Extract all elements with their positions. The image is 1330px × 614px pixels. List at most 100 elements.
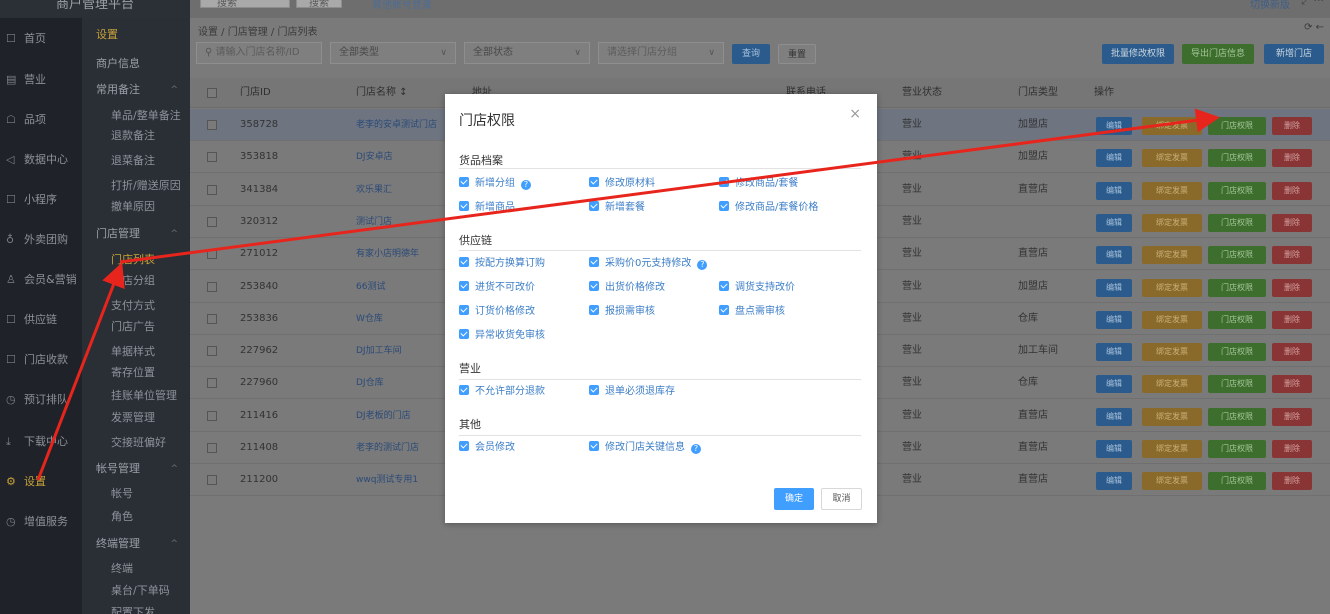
batch-permission-button[interactable]: 批量修改权限: [1102, 44, 1174, 64]
subnav-item-4[interactable]: 退菜备注: [82, 152, 190, 170]
bind-invoice-button[interactable]: 绑定发票: [1142, 472, 1202, 491]
permission-checkbox[interactable]: 修改原材料: [589, 177, 655, 190]
subnav-item-19[interactable]: 角色: [82, 508, 190, 526]
subnav-item-3[interactable]: 退款备注: [82, 127, 190, 145]
row-checkbox[interactable]: [207, 152, 217, 163]
subnav-item-7[interactable]: 门店管理 ^: [82, 225, 190, 243]
query-button[interactable]: 查询: [732, 44, 770, 64]
subnav-item-16[interactable]: 交接班偏好: [82, 434, 190, 452]
bind-invoice-button[interactable]: 绑定发票: [1142, 213, 1202, 232]
edit-button[interactable]: 编辑: [1096, 472, 1132, 491]
type-select[interactable]: 全部类型 ∨: [330, 42, 456, 64]
nav-item-6[interactable]: ♙ 会员&营销: [0, 270, 82, 290]
edit-button[interactable]: 编辑: [1096, 213, 1132, 232]
subnav-item-5[interactable]: 打折/赠送原因: [82, 177, 190, 195]
other-account-link[interactable]: 其他账号登录: [372, 0, 432, 11]
bind-invoice-button[interactable]: 绑定发票: [1142, 310, 1202, 329]
reset-button[interactable]: 重置: [778, 44, 816, 64]
row-checkbox[interactable]: [207, 475, 217, 486]
switch-version-link[interactable]: 切换新版: [1250, 0, 1290, 11]
subnav-item-6[interactable]: 撤单原因: [82, 198, 190, 216]
refresh-back-icons[interactable]: ⟳ ←: [1304, 22, 1324, 33]
store-search-input[interactable]: ⚲ 请输入门店名称/ID: [196, 42, 322, 64]
top-search-button[interactable]: 搜索: [296, 0, 342, 9]
store-permission-button[interactable]: 门店权限: [1208, 117, 1266, 135]
status-select[interactable]: 全部状态 ∨: [464, 42, 590, 64]
permission-checkbox[interactable]: 进货不可改价: [459, 281, 535, 294]
edit-button[interactable]: 编辑: [1096, 246, 1132, 265]
bind-invoice-button[interactable]: 绑定发票: [1142, 343, 1202, 362]
delete-button[interactable]: 删除: [1272, 117, 1312, 135]
subnav-item-13[interactable]: 寄存位置: [82, 364, 190, 382]
confirm-button[interactable]: 确定: [774, 488, 814, 510]
row-checkbox[interactable]: [207, 216, 217, 227]
edit-button[interactable]: 编辑: [1096, 181, 1132, 200]
subnav-item-20[interactable]: 终端管理 ^: [82, 535, 190, 553]
edit-button[interactable]: 编辑: [1096, 343, 1132, 362]
top-search-input[interactable]: 搜索: [200, 0, 290, 9]
select-all-checkbox[interactable]: [207, 88, 217, 98]
store-name-link[interactable]: DJ仓库: [356, 367, 384, 399]
row-checkbox[interactable]: [207, 378, 217, 389]
delete-button[interactable]: 删除: [1272, 310, 1312, 329]
permission-checkbox[interactable]: 新增分组?: [459, 177, 531, 190]
store-permission-button[interactable]: 门店权限: [1208, 375, 1266, 394]
permission-checkbox[interactable]: 修改门店关键信息?: [589, 441, 701, 454]
permission-checkbox[interactable]: 新增套餐: [589, 201, 645, 214]
close-icon[interactable]: ×: [849, 106, 861, 122]
fullscreen-icon[interactable]: ⤢ ···: [1301, 0, 1324, 8]
subnav-item-0[interactable]: 商户信息: [82, 55, 190, 73]
subnav-item-17[interactable]: 帐号管理 ^: [82, 460, 190, 478]
store-name-link[interactable]: 欢乐果汇: [356, 174, 392, 206]
nav-item-7[interactable]: ☐ 供应链: [0, 310, 82, 330]
store-permission-button[interactable]: 门店权限: [1208, 343, 1266, 362]
subnav-item-9[interactable]: 门店分组: [82, 272, 190, 290]
store-name-link[interactable]: DJ安卓店: [356, 141, 393, 173]
store-permission-button[interactable]: 门店权限: [1208, 213, 1266, 232]
subnav-item-10[interactable]: 支付方式: [82, 297, 190, 315]
store-name-link[interactable]: 测试门店: [356, 206, 392, 238]
row-checkbox[interactable]: [207, 410, 217, 421]
subnav-item-2[interactable]: 单品/整单备注: [82, 107, 190, 125]
bind-invoice-button[interactable]: 绑定发票: [1142, 117, 1202, 135]
bind-invoice-button[interactable]: 绑定发票: [1142, 440, 1202, 458]
permission-checkbox[interactable]: 报损需审核: [589, 305, 655, 318]
permission-checkbox[interactable]: 盘点需审核: [719, 305, 785, 318]
nav-item-8[interactable]: ☐ 门店收款: [0, 350, 82, 370]
subnav-item-11[interactable]: 门店广告: [82, 318, 190, 336]
add-store-button[interactable]: 新增门店: [1264, 44, 1324, 64]
nav-item-0[interactable]: ☐ 首页: [0, 29, 82, 49]
delete-button[interactable]: 删除: [1272, 149, 1312, 168]
nav-item-1[interactable]: ▤ 营业: [0, 70, 82, 90]
store-name-link[interactable]: DJ加工车间: [356, 335, 402, 367]
subnav-item-23[interactable]: 配置下发: [82, 604, 190, 614]
bind-invoice-button[interactable]: 绑定发票: [1142, 407, 1202, 426]
nav-item-2[interactable]: ☖ 品项: [0, 110, 82, 130]
delete-button[interactable]: 删除: [1272, 278, 1312, 297]
help-icon[interactable]: ?: [691, 444, 701, 454]
nav-item-9[interactable]: ◷ 预订排队: [0, 390, 82, 410]
nav-item-4[interactable]: ☐ 小程序: [0, 190, 82, 210]
edit-button[interactable]: 编辑: [1096, 310, 1132, 329]
nav-item-10[interactable]: ⤓ 下载中心: [0, 432, 82, 452]
store-permission-button[interactable]: 门店权限: [1208, 149, 1266, 168]
edit-button[interactable]: 编辑: [1096, 407, 1132, 426]
nav-item-5[interactable]: ♁ 外卖团购: [0, 230, 82, 250]
delete-button[interactable]: 删除: [1272, 343, 1312, 362]
edit-button[interactable]: 编辑: [1096, 278, 1132, 297]
store-name-link[interactable]: 老李的安卓测试门店: [356, 109, 437, 141]
subnav-item-15[interactable]: 发票管理: [82, 409, 190, 427]
permission-checkbox[interactable]: 采购价0元支持修改?: [589, 257, 708, 270]
group-select[interactable]: 请选择门店分组 ∨: [598, 42, 724, 64]
bind-invoice-button[interactable]: 绑定发票: [1142, 375, 1202, 394]
store-permission-button[interactable]: 门店权限: [1208, 310, 1266, 329]
row-checkbox[interactable]: [207, 443, 217, 453]
help-icon[interactable]: ?: [521, 180, 531, 190]
store-name-link[interactable]: wwq测试专用1: [356, 464, 418, 496]
subnav-item-14[interactable]: 挂账单位管理: [82, 387, 190, 405]
cancel-button[interactable]: 取消: [821, 488, 862, 510]
permission-checkbox[interactable]: 调货支持改价: [719, 281, 795, 294]
export-store-button[interactable]: 导出门店信息: [1182, 44, 1254, 64]
delete-button[interactable]: 删除: [1272, 246, 1312, 265]
store-name-link[interactable]: 66测试: [356, 271, 385, 303]
